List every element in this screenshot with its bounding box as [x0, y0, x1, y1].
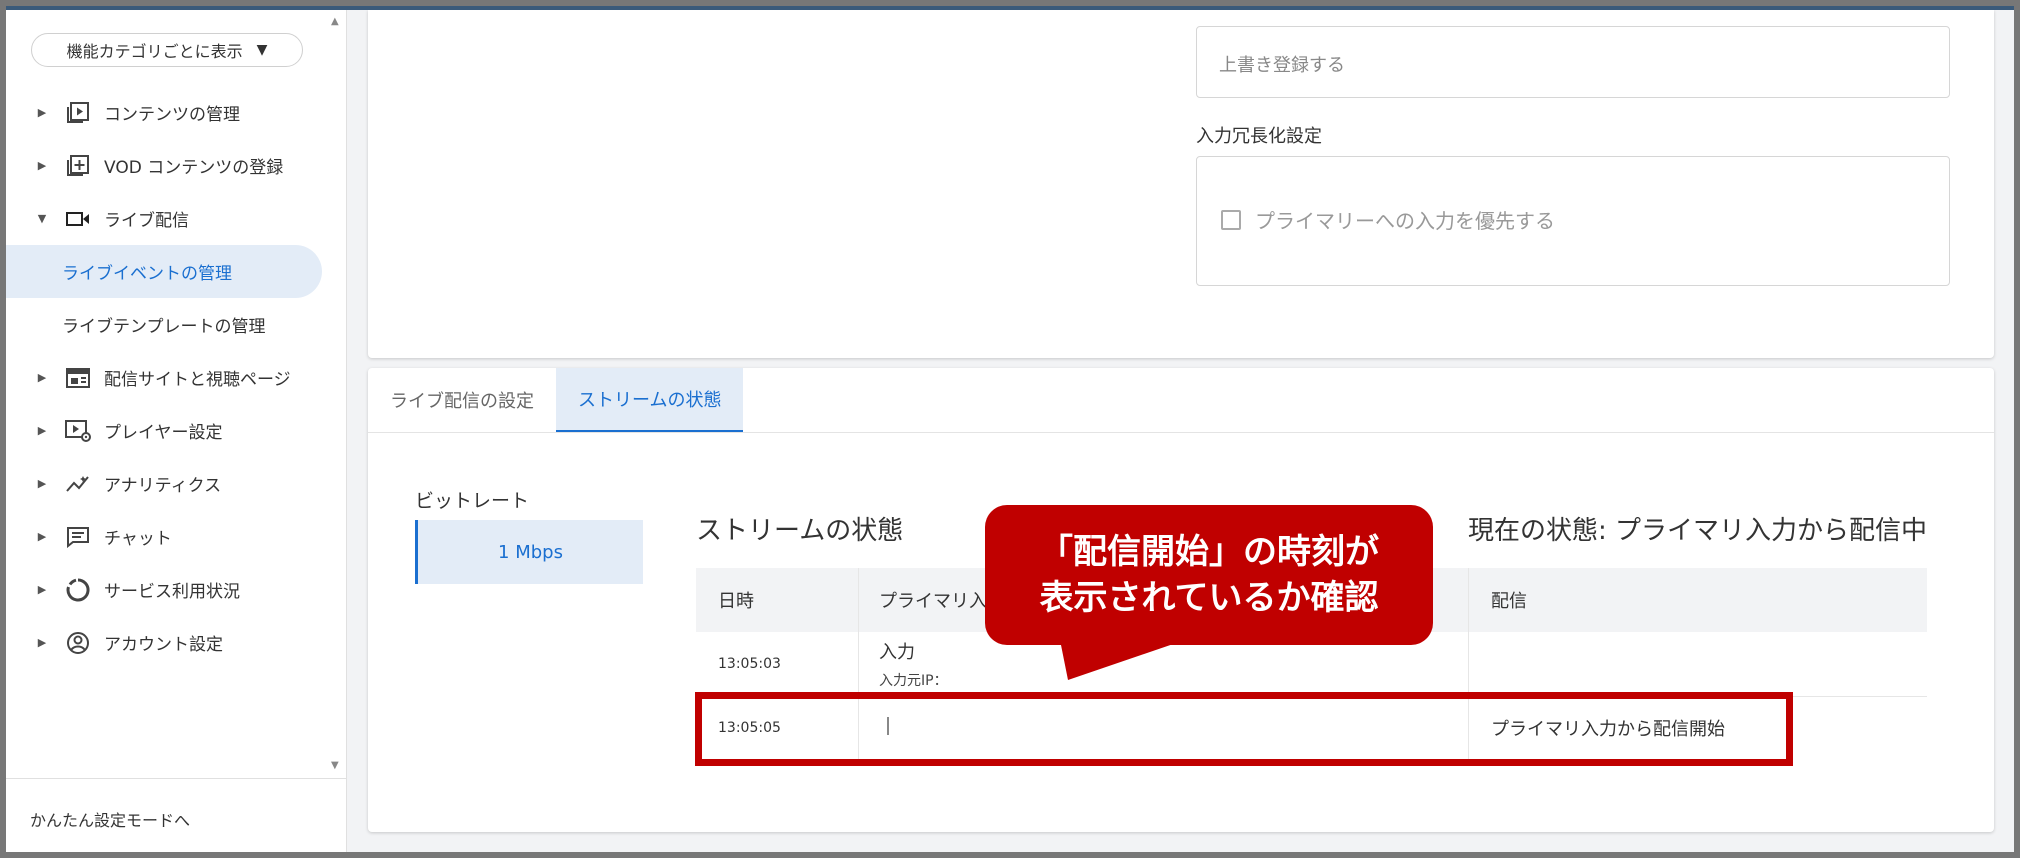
- callout-line-1: 「配信開始」の時刻が: [1039, 532, 1379, 572]
- window-top-edge: [6, 6, 2014, 10]
- annotation-callout: 「配信開始」の時刻が 表示されているか確認: [985, 505, 1433, 645]
- callout-tail: [1060, 640, 1185, 680]
- callout-line-2: 表示されているか確認: [1039, 578, 1379, 618]
